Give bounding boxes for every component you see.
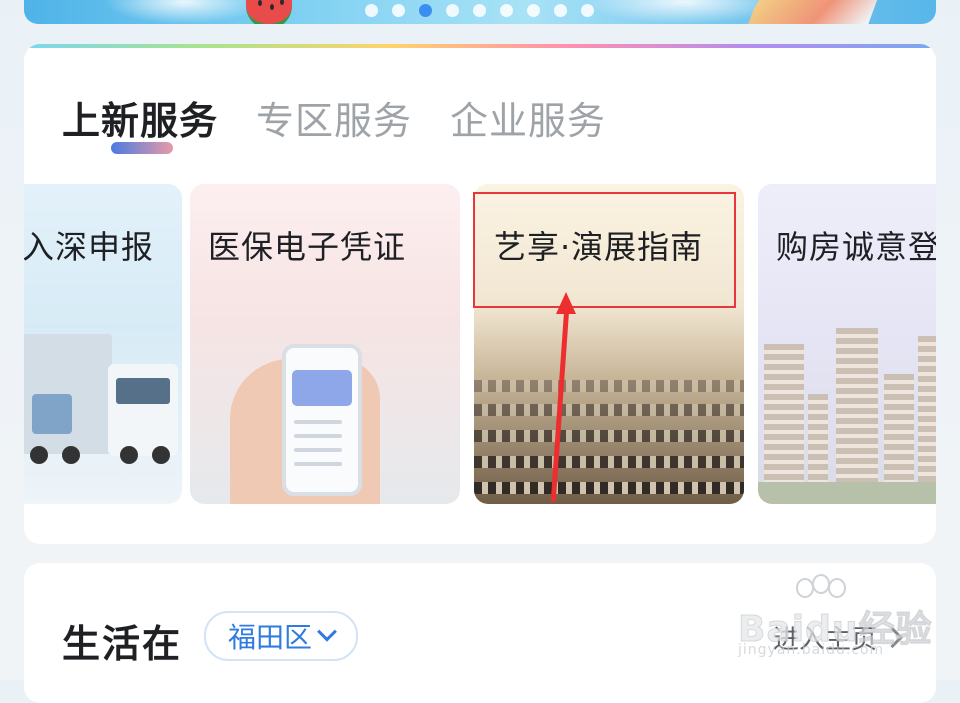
watermelon-icon xyxy=(246,0,292,24)
service-tile-house-purchase[interactable]: 购房诚意登 xyxy=(758,184,936,504)
carousel-dot[interactable] xyxy=(527,4,540,17)
carousel-dots xyxy=(365,4,594,17)
active-tab-indicator xyxy=(111,142,173,154)
watermark-url: jingyan.baidu.com xyxy=(738,642,885,658)
tab-enterprise-services[interactable]: 企业服务 xyxy=(450,90,606,145)
carousel-dot[interactable] xyxy=(500,4,513,17)
district-selector[interactable]: 福田区 xyxy=(204,611,359,661)
arrow-up-icon xyxy=(556,292,576,314)
service-tabs: 上新服务 专区服务 企业服务 xyxy=(62,90,644,145)
carousel-dot[interactable] xyxy=(554,4,567,17)
tile-title: 医保电子凭证 xyxy=(208,228,407,266)
banner-decoration xyxy=(748,0,884,24)
service-tile-shenzhen-declaration[interactable]: 入深申报 xyxy=(24,184,182,504)
tile-title: 入深申报 xyxy=(24,228,155,266)
section-title: 生活在 xyxy=(62,622,183,666)
tile-title: 购房诚意登 xyxy=(776,228,936,266)
baidu-watermark: Baidu经验 jingyan.baidu.com xyxy=(737,574,932,658)
district-label: 福田区 xyxy=(228,621,313,654)
tab-zone-services[interactable]: 专区服务 xyxy=(256,90,412,145)
water-splash-decoration xyxy=(104,0,264,24)
highlight-box xyxy=(473,192,736,308)
service-tile-medical-insurance[interactable]: 医保电子凭证 xyxy=(190,184,460,504)
carousel-dot[interactable] xyxy=(473,4,486,17)
carousel-dot-active[interactable] xyxy=(419,4,432,17)
rainbow-divider xyxy=(24,44,936,48)
carousel-dot[interactable] xyxy=(446,4,459,17)
chevron-down-icon xyxy=(317,621,337,642)
carousel-dot[interactable] xyxy=(581,4,594,17)
carousel-dot[interactable] xyxy=(365,4,378,17)
carousel-dot[interactable] xyxy=(392,4,405,17)
tab-new-services[interactable]: 上新服务 xyxy=(62,90,218,145)
